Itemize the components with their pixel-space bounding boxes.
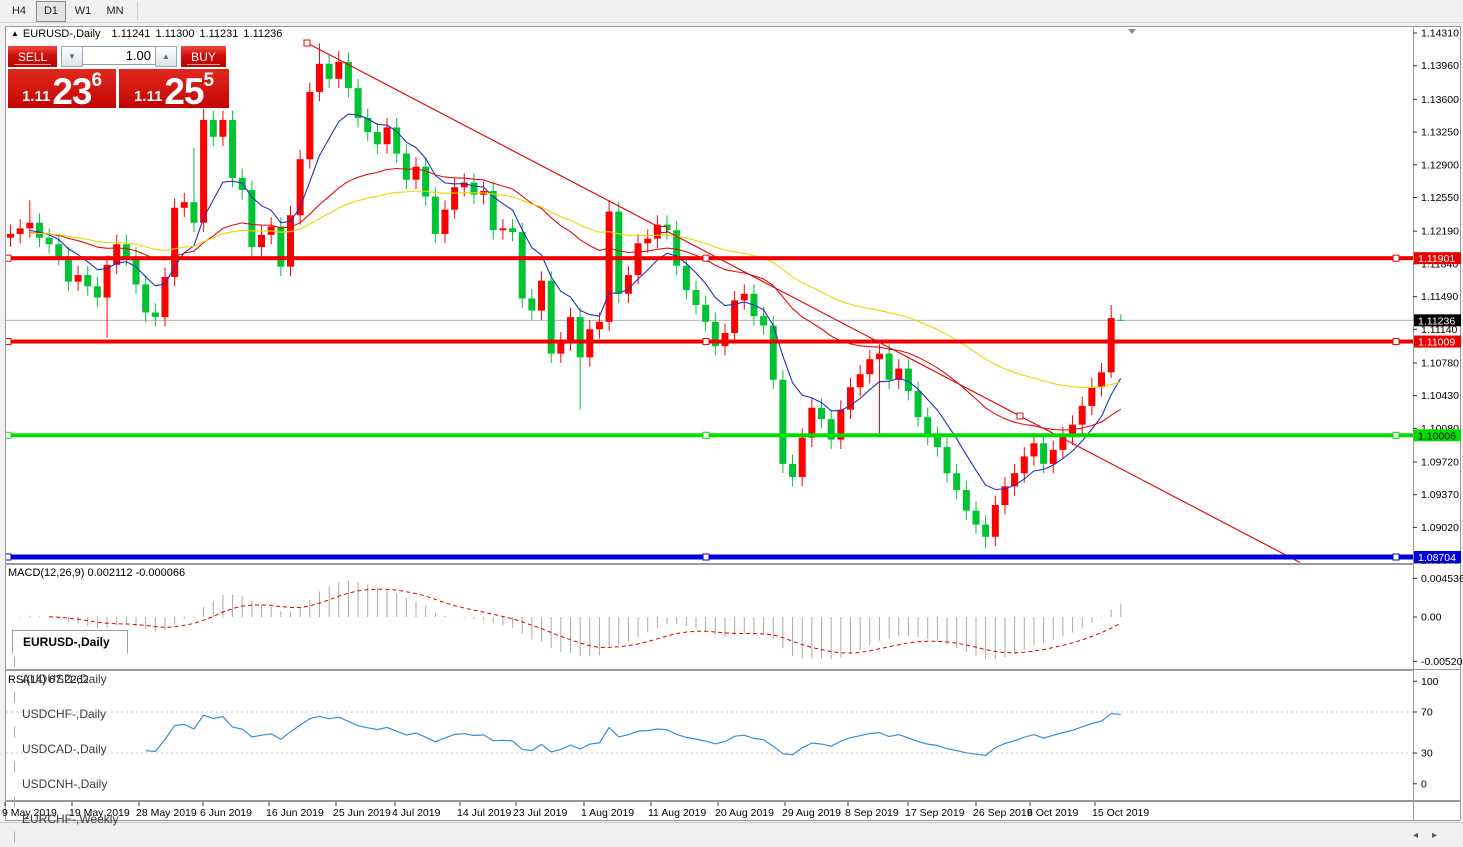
hline-handle[interactable] xyxy=(1393,432,1399,438)
trendline-handle[interactable] xyxy=(661,227,667,233)
tab-separator: | xyxy=(13,794,16,808)
date-tick-label: 25 Jun 2019 xyxy=(333,807,391,819)
price-tick-label: 1.10780 xyxy=(1421,357,1459,369)
open-value: 1.11241 xyxy=(112,28,151,40)
price-tick-label: 1.13600 xyxy=(1421,94,1459,106)
price-tick-label: 1.13250 xyxy=(1421,127,1459,139)
chart-tab-bar: EURUSD-,Daily|AUDUSD-,Daily|USDCHF-,Dail… xyxy=(0,822,1463,847)
price-chart[interactable]: 1.14310 1.13960 1.13600 1.13250 1.12900 1.125… xyxy=(0,0,1463,847)
chart-tab-audusd-daily[interactable]: AUDUSD-,Daily xyxy=(12,668,128,689)
sell-price-pip-digit: 6 xyxy=(91,73,102,89)
date-tick-label: 20 Aug 2019 xyxy=(715,807,774,819)
price-tick-label: 1.12550 xyxy=(1421,192,1459,204)
hline-handle[interactable] xyxy=(703,339,709,345)
price-tag: 1.11009 xyxy=(1418,337,1455,349)
macd-tick-label: 0.00 xyxy=(1421,612,1442,624)
date-tick-label: 17 Sep 2019 xyxy=(905,807,965,819)
date-tick-label: 6 Jun 2019 xyxy=(200,807,252,819)
buy-price-prefix: 1.11 xyxy=(134,90,162,104)
application-window: H4D1W1MN 1.143101.139601.136001.132501.1… xyxy=(0,0,1463,847)
tab-separator: | xyxy=(13,829,16,843)
volume-increase-button[interactable]: ▲ xyxy=(155,46,177,67)
trendline-handle[interactable] xyxy=(1017,413,1023,419)
date-tick-label: 28 May 2019 xyxy=(136,807,197,819)
hline-handle[interactable] xyxy=(1393,255,1399,261)
macd-tick-label: 0.004536 xyxy=(1421,573,1463,585)
price-tick-label: 1.09720 xyxy=(1421,457,1459,469)
price-tick-label: 1.13960 xyxy=(1421,60,1459,72)
chart-ohlc-header: ▲ EURUSD-,Daily 1.11241 1.11300 1.11231 1.112… xyxy=(11,28,282,40)
price-tick-label: 1.09370 xyxy=(1421,489,1459,501)
tab-scroll-left-icon[interactable]: ◂ xyxy=(1413,830,1432,841)
rsi-tick-label: 0 xyxy=(1421,778,1427,790)
buy-price-display[interactable]: 1.11 25 5 xyxy=(119,69,229,108)
expand-arrow-icon[interactable]: ▲ xyxy=(11,29,19,38)
price-tick-label: 1.14310 xyxy=(1421,28,1459,40)
chart-tab-eurchf-weekly[interactable]: EURCHF-,Weekly xyxy=(12,808,128,829)
chart-tab-usdcnh-daily[interactable]: USDCNH-,Daily xyxy=(12,773,128,794)
hline-handle[interactable] xyxy=(1393,554,1399,560)
price-tag: 1.11901 xyxy=(1418,253,1455,265)
hline-handle[interactable] xyxy=(703,554,709,560)
sell-price-prefix: 1.11 xyxy=(22,90,50,104)
chart-tab-usdchf-daily[interactable]: USDCHF-,Daily xyxy=(12,703,128,724)
date-tick-label: 11 Aug 2019 xyxy=(648,807,706,819)
price-tag: 1.08704 xyxy=(1418,552,1456,564)
price-tick-label: 1.11490 xyxy=(1421,291,1458,303)
tab-scroll-arrows[interactable]: ◂▸ xyxy=(1413,830,1451,841)
chart-tab-xauusd-weekly[interactable]: XAUUSD-,Weekly xyxy=(12,843,128,847)
buy-button[interactable]: BUY xyxy=(181,46,226,67)
tab-separator: | xyxy=(13,689,16,703)
chart-tab-usdcad-daily[interactable]: USDCAD-,Daily xyxy=(12,738,128,759)
tab-separator: | xyxy=(13,759,16,773)
rsi-tick-label: 100 xyxy=(1421,676,1439,688)
date-tick-label: 14 Jul 2019 xyxy=(457,807,511,819)
one-click-trading-panel: SELL ▼ ▲ BUY 1.11 23 6 1.11 25 5 xyxy=(8,46,230,108)
date-tick-label: 16 Jun 2019 xyxy=(266,807,324,819)
price-tag: 1.11236 xyxy=(1418,315,1455,327)
volume-decrease-button[interactable]: ▼ xyxy=(61,46,83,67)
price-tick-label: 1.12190 xyxy=(1421,226,1459,238)
sell-button[interactable]: SELL xyxy=(8,46,57,67)
hline-handle[interactable] xyxy=(703,255,709,261)
macd-indicator-label: MACD(12,26,9) 0.002112 -0.000066 xyxy=(8,567,185,579)
high-value: 1.11300 xyxy=(156,28,195,40)
chart-tab-eurusd-daily[interactable]: EURUSD-,Daily xyxy=(12,630,128,654)
volume-input[interactable] xyxy=(83,46,155,65)
rsi-tick-label: 70 xyxy=(1421,707,1433,719)
date-tick-label: 8 Sep 2019 xyxy=(845,807,899,819)
date-tick-label: 15 Oct 2019 xyxy=(1092,807,1149,819)
symbol-period-label: EURUSD-,Daily xyxy=(23,28,101,40)
tab-separator: | xyxy=(13,724,16,738)
price-tick-label: 1.12900 xyxy=(1421,159,1459,171)
hline-handle[interactable] xyxy=(1393,339,1399,345)
price-tick-label: 1.10430 xyxy=(1421,390,1459,402)
date-tick-label: 26 Sep 2019 xyxy=(973,807,1033,819)
date-tick-label: 1 Aug 2019 xyxy=(581,807,634,819)
date-tick-label: 29 Aug 2019 xyxy=(782,807,841,819)
date-tick-label: 6 Oct 2019 xyxy=(1027,807,1079,819)
date-tick-label: 4 Jul 2019 xyxy=(392,807,441,819)
macd-tick-label: -0.005205 xyxy=(1421,656,1463,668)
date-tick-label: 23 Jul 2019 xyxy=(513,807,567,819)
low-value: 1.11231 xyxy=(199,28,238,40)
sell-price-big-digits: 23 xyxy=(52,75,91,108)
price-tick-label: 1.09020 xyxy=(1421,522,1459,534)
sell-price-display[interactable]: 1.11 23 6 xyxy=(8,69,116,108)
chart-window: 1.14310 1.13960 1.13600 1.13250 1.12900 1.125… xyxy=(5,26,1461,820)
close-value: 1.11236 xyxy=(243,28,282,40)
trendline-handle[interactable] xyxy=(304,40,310,46)
buy-price-big-digits: 25 xyxy=(164,75,203,108)
hline-handle[interactable] xyxy=(703,432,709,438)
price-tag: 1.10006 xyxy=(1418,430,1456,442)
tab-scroll-right-icon[interactable]: ▸ xyxy=(1432,830,1451,841)
buy-price-pip-digit: 5 xyxy=(203,73,214,89)
rsi-tick-label: 30 xyxy=(1421,748,1433,760)
tab-separator: | xyxy=(13,654,16,668)
volume-stepper: ▼ ▲ xyxy=(61,46,177,67)
